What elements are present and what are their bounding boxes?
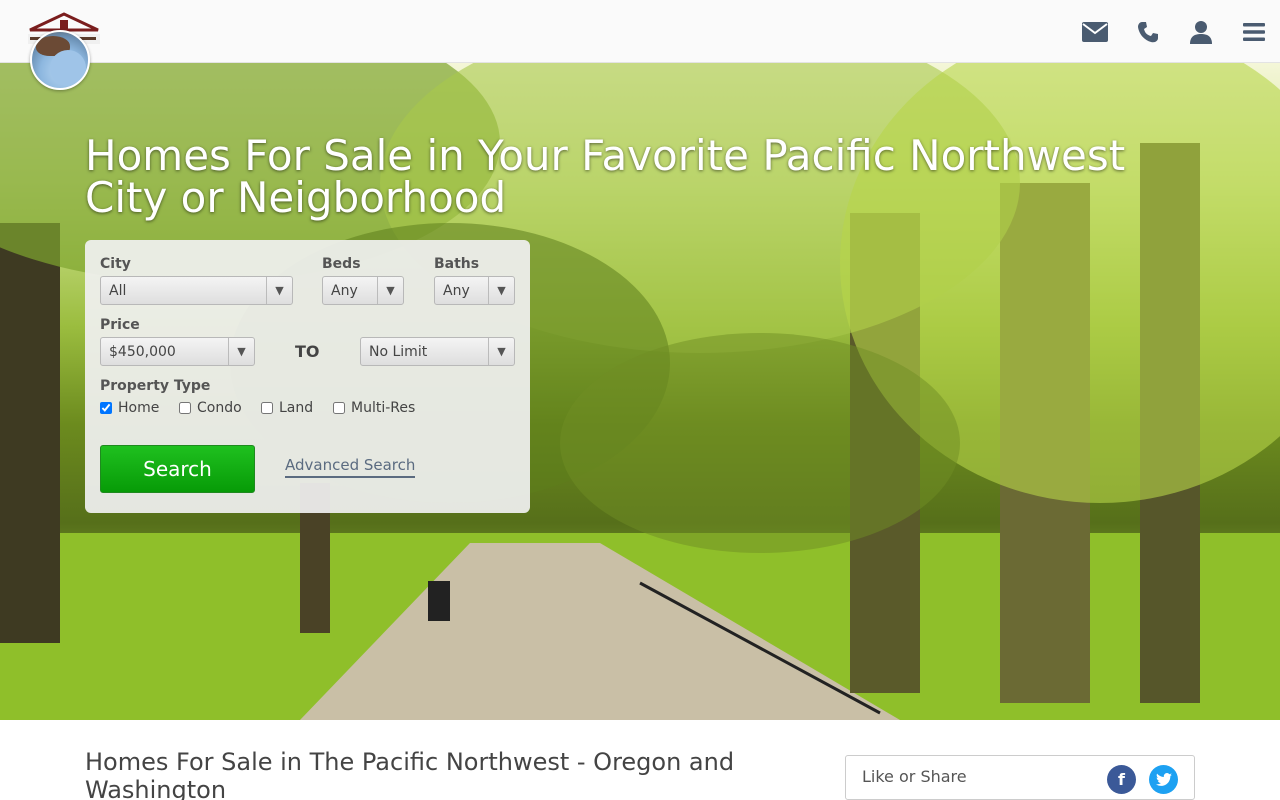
like-share-box: Like or Share f <box>845 755 1195 800</box>
baths-label: Baths <box>434 256 480 272</box>
type-land-label: Land <box>279 400 314 416</box>
type-multires-input[interactable] <box>333 402 345 414</box>
type-multires-checkbox[interactable]: Multi-Res <box>333 400 415 416</box>
beds-select[interactable]: Any ▼ <box>322 276 404 305</box>
price-min-value: $450,000 <box>109 344 176 360</box>
city-select[interactable]: All ▼ <box>100 276 293 305</box>
type-condo-label: Condo <box>197 400 242 416</box>
advanced-search-link[interactable]: Advanced Search <box>285 456 416 478</box>
type-home-label: Home <box>118 400 160 416</box>
property-type-label: Property Type <box>100 378 211 394</box>
price-min-select[interactable]: $450,000 ▼ <box>100 337 255 366</box>
price-max-select[interactable]: No Limit ▼ <box>360 337 515 366</box>
type-land-checkbox[interactable]: Land <box>261 400 313 416</box>
chevron-down-icon: ▼ <box>228 338 254 365</box>
search-button[interactable]: Search <box>100 445 255 493</box>
phone-icon[interactable] <box>1121 0 1174 63</box>
chevron-down-icon: ▼ <box>377 277 403 304</box>
hero-title: Homes For Sale in Your Favorite Pacific … <box>85 131 1126 222</box>
top-navbar <box>0 0 1280 63</box>
type-home-checkbox[interactable]: Home <box>100 400 159 416</box>
city-select-value: All <box>109 283 127 299</box>
price-max-value: No Limit <box>369 344 428 360</box>
baths-select[interactable]: Any ▼ <box>434 276 515 305</box>
page-heading: Homes For Sale in The Pacific Northwest … <box>85 748 735 800</box>
city-label: City <box>100 256 131 272</box>
type-condo-checkbox[interactable]: Condo <box>179 400 242 416</box>
agent-avatar[interactable] <box>30 30 90 90</box>
chevron-down-icon: ▼ <box>488 277 514 304</box>
type-multires-label: Multi-Res <box>351 400 416 416</box>
facebook-icon[interactable]: f <box>1107 765 1136 794</box>
beds-select-value: Any <box>331 283 358 299</box>
type-home-input[interactable] <box>100 402 112 414</box>
chevron-down-icon: ▼ <box>488 338 514 365</box>
nav-icon-group <box>1068 0 1280 63</box>
type-land-input[interactable] <box>261 402 273 414</box>
user-icon[interactable] <box>1174 0 1227 63</box>
price-to-label: TO <box>295 342 320 361</box>
menu-icon[interactable] <box>1227 0 1280 63</box>
chevron-down-icon: ▼ <box>266 277 292 304</box>
beds-label: Beds <box>322 256 361 272</box>
twitter-icon[interactable] <box>1149 765 1178 794</box>
baths-select-value: Any <box>443 283 470 299</box>
share-label: Like or Share <box>862 767 967 786</box>
envelope-icon[interactable] <box>1068 0 1121 63</box>
type-condo-input[interactable] <box>179 402 191 414</box>
price-label: Price <box>100 317 140 333</box>
